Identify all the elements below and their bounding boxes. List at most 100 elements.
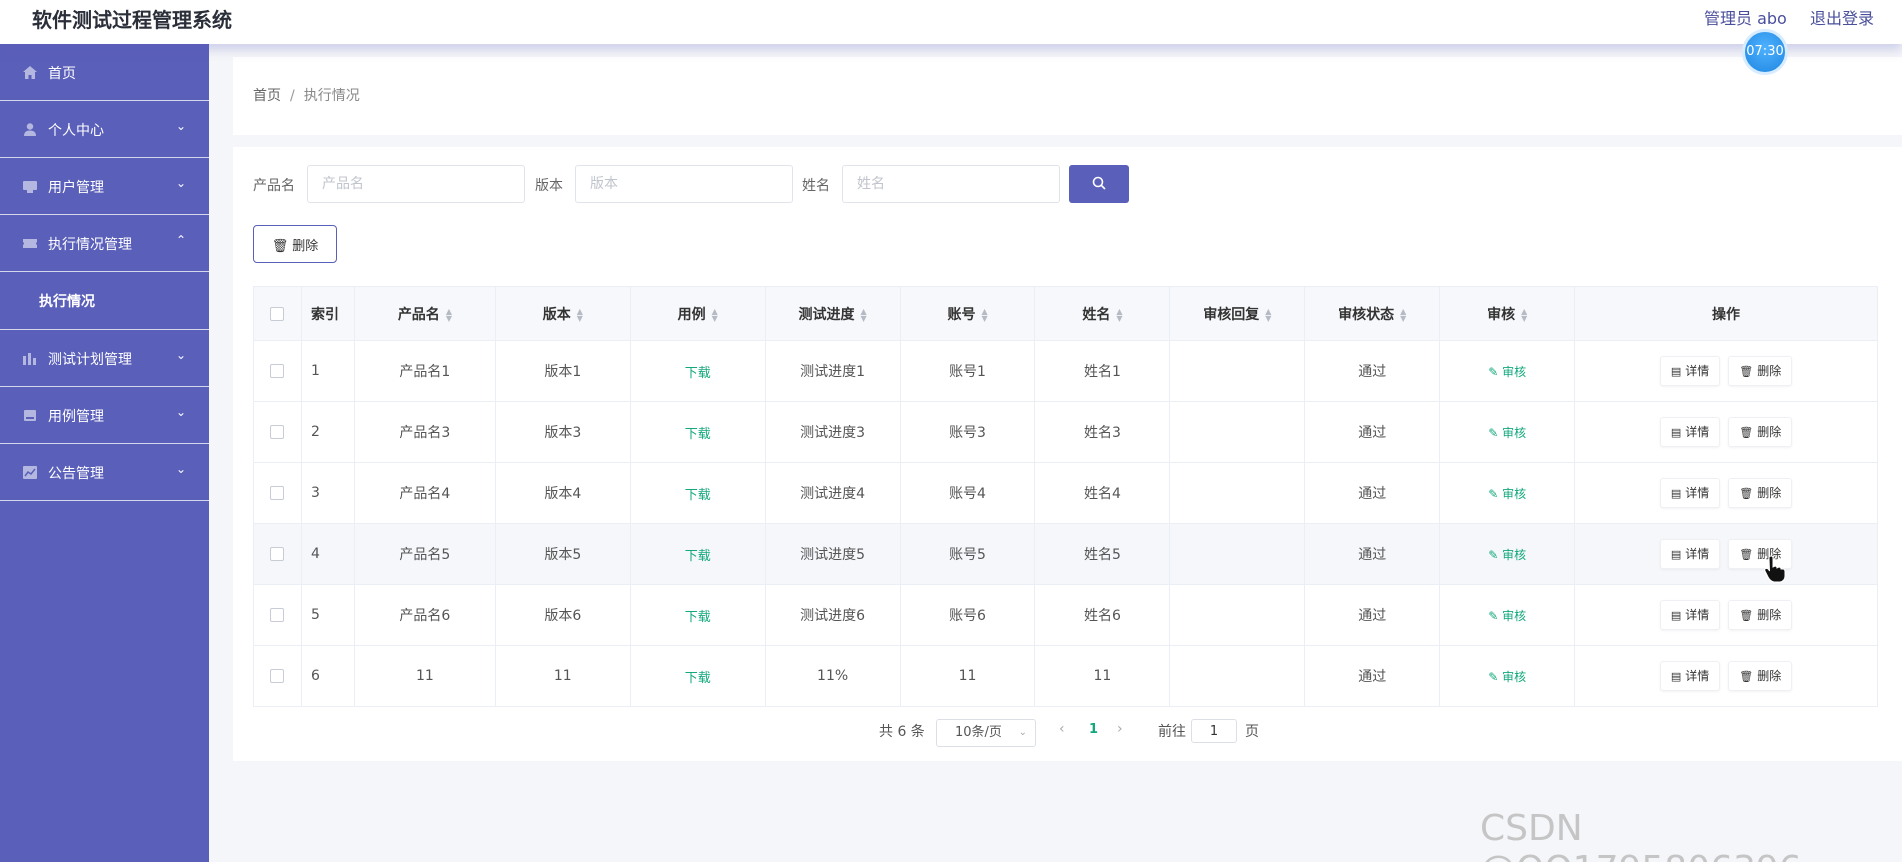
sidebar-subitem-execution[interactable]: 执行情况 bbox=[0, 272, 209, 330]
sidebar-item-test-plan-management[interactable]: 测试计划管理 ⌄ bbox=[0, 330, 209, 387]
audit-link[interactable]: ✎ 审核 bbox=[1488, 487, 1526, 501]
sort-icon[interactable]: ▲ ▼ bbox=[712, 307, 718, 322]
next-page-icon[interactable]: › bbox=[1117, 721, 1123, 737]
cell-progress: 测试进度1 bbox=[765, 340, 901, 402]
audit-label: 审核 bbox=[1502, 364, 1527, 379]
audit-link[interactable]: ✎ 审核 bbox=[1488, 548, 1526, 562]
audit-link[interactable]: ✎ 审核 bbox=[1488, 365, 1526, 379]
delete-button[interactable]: 🗑 删除 bbox=[1728, 417, 1793, 447]
sidebar-item-personal-center[interactable]: 个人中心 ⌄ bbox=[0, 101, 209, 158]
cell-audit: ✎ 审核 bbox=[1439, 523, 1576, 585]
select-all-cell bbox=[253, 286, 302, 341]
delete-button[interactable]: 🗑 删除 bbox=[1728, 661, 1793, 691]
table-row[interactable]: 3 产品名4 版本4 下载 测试进度4 账号4 姓名4 通过 ✎ 审核 ▤ 详情 🗑 删除 bbox=[253, 462, 1878, 524]
chevron-down-icon: ⌄ bbox=[176, 348, 187, 362]
logout-link[interactable]: 退出登录 bbox=[1810, 5, 1874, 29]
col-header-case[interactable]: 用例 ▲ ▼ bbox=[629, 286, 766, 341]
cell-status: 通过 bbox=[1304, 401, 1441, 463]
sort-icon[interactable]: ▲ ▼ bbox=[981, 307, 987, 322]
cell-status: 通过 bbox=[1304, 340, 1441, 402]
delete-button[interactable]: 🗑 删除 bbox=[1728, 356, 1793, 386]
version-search-input[interactable] bbox=[575, 165, 793, 203]
col-header-version[interactable]: 版本 ▲ ▼ bbox=[494, 286, 631, 341]
audit-link[interactable]: ✎ 审核 bbox=[1488, 609, 1526, 623]
page-number-current[interactable]: 1 bbox=[1089, 722, 1098, 737]
row-checkbox[interactable] bbox=[270, 364, 285, 378]
sort-icon[interactable]: ▲ ▼ bbox=[861, 307, 867, 322]
row-select-cell bbox=[253, 340, 302, 402]
document-icon: ▤ bbox=[1670, 365, 1682, 378]
sort-icon[interactable]: ▲ ▼ bbox=[1265, 307, 1271, 322]
search-button[interactable] bbox=[1069, 165, 1129, 203]
col-header-progress[interactable]: 测试进度 ▲ ▼ bbox=[764, 286, 901, 341]
table-row[interactable]: 1 产品名1 版本1 下载 测试进度1 账号1 姓名1 通过 ✎ 审核 ▤ 详情 🗑 删除 bbox=[253, 340, 1878, 402]
table-row[interactable]: 6 11 11 下载 11% 11 11 通过 ✎ 审核 ▤ 详情 🗑 删除 bbox=[253, 645, 1878, 707]
col-header-name[interactable]: 姓名 ▲ ▼ bbox=[1034, 286, 1171, 341]
table-row[interactable]: 5 产品名6 版本6 下载 测试进度6 账号6 姓名6 通过 ✎ 审核 ▤ 详情 🗑 删除 bbox=[253, 584, 1878, 646]
sidebar-item-case-management[interactable]: 用例管理 ⌄ bbox=[0, 387, 209, 444]
download-link[interactable]: 下载 bbox=[685, 488, 711, 503]
pagination-total: 共 6 条 bbox=[879, 724, 925, 740]
download-link[interactable]: 下载 bbox=[685, 610, 711, 625]
prev-page-icon[interactable]: ‹ bbox=[1059, 721, 1065, 737]
delete-button[interactable]: 🗑 删除 bbox=[1728, 600, 1793, 630]
sort-icon[interactable]: ▲ ▼ bbox=[1116, 307, 1122, 322]
row-checkbox[interactable] bbox=[270, 425, 285, 439]
sort-icon[interactable]: ▲ ▼ bbox=[1400, 307, 1406, 322]
sort-icon[interactable]: ▲ ▼ bbox=[446, 307, 452, 322]
download-link[interactable]: 下载 bbox=[685, 671, 711, 686]
detail-button[interactable]: ▤ 详情 bbox=[1659, 539, 1721, 569]
sidebar-item-execution-management[interactable]: 执行情况管理 ⌃ bbox=[0, 215, 209, 272]
download-link[interactable]: 下载 bbox=[685, 427, 711, 442]
edit-icon: ✎ bbox=[1488, 669, 1503, 684]
download-link[interactable]: 下载 bbox=[685, 549, 711, 564]
page-size-select[interactable]: 10条/页 ⌄ bbox=[936, 719, 1036, 747]
row-checkbox[interactable] bbox=[270, 486, 285, 500]
sort-icon[interactable]: ▲ ▼ bbox=[1521, 307, 1527, 322]
col-header-account[interactable]: 账号 ▲ ▼ bbox=[899, 286, 1036, 341]
select-all-checkbox[interactable] bbox=[270, 306, 285, 321]
download-link[interactable]: 下载 bbox=[685, 366, 711, 381]
col-header-status[interactable]: 审核状态 ▲ ▼ bbox=[1304, 286, 1441, 341]
cell-case: 下载 bbox=[630, 401, 766, 463]
bulk-delete-button[interactable]: 🗑 删除 bbox=[253, 225, 337, 263]
cell-reply bbox=[1169, 340, 1306, 402]
admin-username: 管理员 abo bbox=[1704, 9, 1787, 28]
detail-button[interactable]: ▤ 详情 bbox=[1659, 661, 1721, 691]
table-row[interactable]: 4 产品名5 版本5 下载 测试进度5 账号5 姓名5 通过 ✎ 审核 ▤ 详情 🗑 删除 bbox=[253, 523, 1878, 585]
audit-link[interactable]: ✎ 审核 bbox=[1488, 426, 1526, 440]
detail-button[interactable]: ▤ 详情 bbox=[1659, 356, 1721, 386]
table-row[interactable]: 2 产品名3 版本3 下载 测试进度3 账号3 姓名3 通过 ✎ 审核 ▤ 详情 🗑 删除 bbox=[253, 401, 1878, 463]
detail-label: 详情 bbox=[1685, 486, 1710, 500]
breadcrumb-current: 执行情况 bbox=[303, 88, 360, 104]
audit-link[interactable]: ✎ 审核 bbox=[1488, 670, 1526, 684]
detail-button[interactable]: ▤ 详情 bbox=[1659, 478, 1721, 508]
cell-index: 4 bbox=[301, 523, 355, 585]
sidebar-item-user-management[interactable]: 用户管理 ⌄ bbox=[0, 158, 209, 215]
cell-name: 姓名4 bbox=[1034, 462, 1171, 524]
sidebar-item-home[interactable]: 首页 bbox=[0, 44, 209, 101]
cell-product: 产品名6 bbox=[354, 584, 496, 646]
row-checkbox[interactable] bbox=[270, 608, 285, 622]
col-header-reply[interactable]: 审核回复 ▲ ▼ bbox=[1169, 286, 1306, 341]
col-header-audit[interactable]: 审核 ▲ ▼ bbox=[1439, 286, 1576, 341]
col-header-label: 测试进度 bbox=[798, 306, 855, 323]
name-search-input[interactable] bbox=[842, 165, 1060, 203]
sidebar-item-notice-management[interactable]: 公告管理 ⌄ bbox=[0, 444, 209, 501]
sidebar-item-label: 测试计划管理 bbox=[48, 352, 132, 368]
delete-button[interactable]: 🗑 删除 bbox=[1728, 478, 1793, 508]
chart-icon bbox=[23, 353, 36, 365]
cell-version: 版本5 bbox=[495, 523, 631, 585]
trash-icon: 🗑 bbox=[1739, 487, 1754, 500]
col-header-product[interactable]: 产品名 ▲ ▼ bbox=[353, 286, 496, 341]
sort-icon[interactable]: ▲ ▼ bbox=[577, 307, 583, 322]
detail-button[interactable]: ▤ 详情 bbox=[1659, 417, 1721, 447]
detail-button[interactable]: ▤ 详情 bbox=[1659, 600, 1721, 630]
search-icon bbox=[1092, 176, 1106, 190]
product-search-input[interactable] bbox=[307, 165, 525, 203]
row-checkbox[interactable] bbox=[270, 669, 285, 683]
goto-page-input[interactable] bbox=[1191, 719, 1237, 743]
row-checkbox[interactable] bbox=[270, 547, 285, 561]
breadcrumb-home[interactable]: 首页 bbox=[253, 88, 281, 104]
cell-name: 姓名6 bbox=[1034, 584, 1171, 646]
